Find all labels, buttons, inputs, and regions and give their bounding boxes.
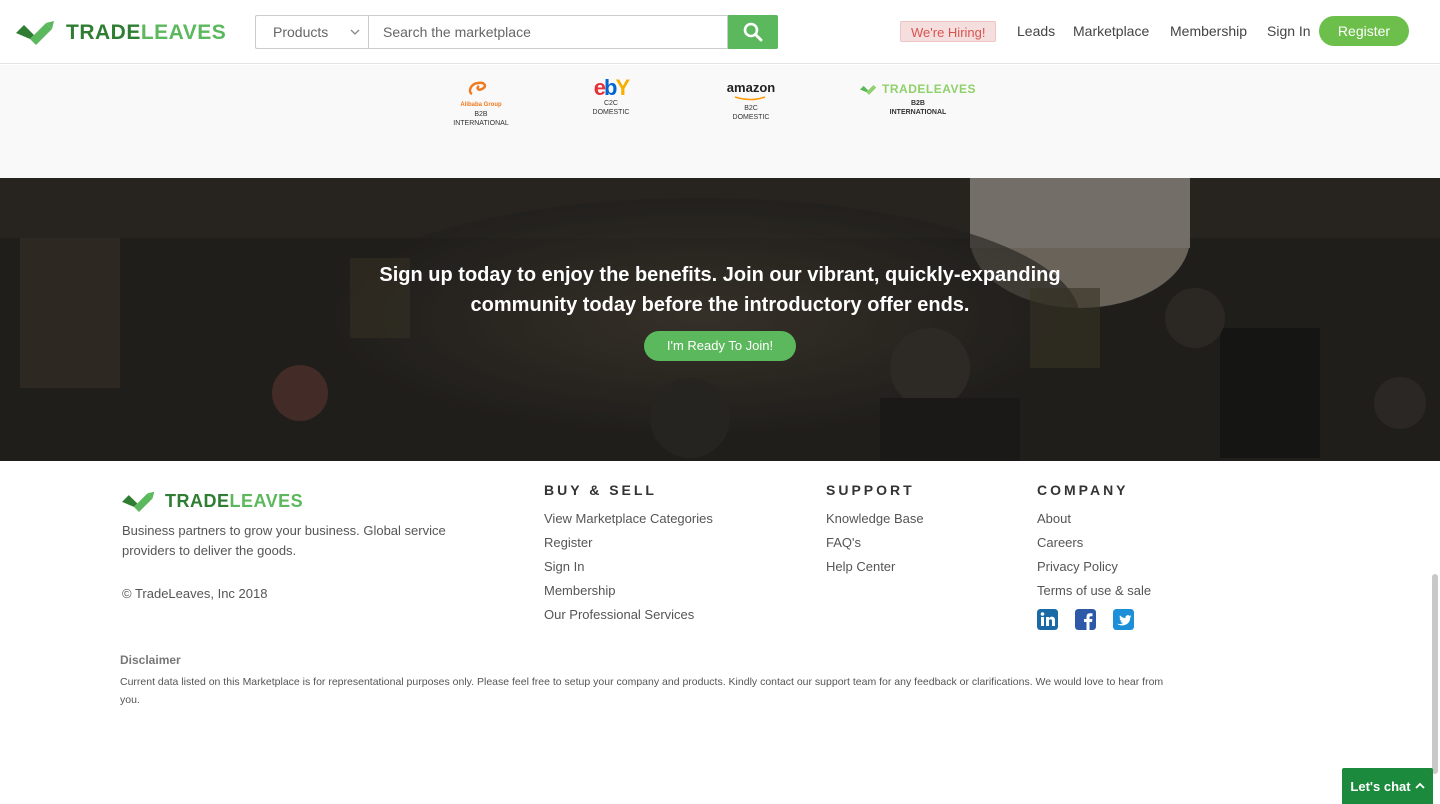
footer-link-view-categories[interactable]: View Marketplace Categories [544,511,713,526]
site-footer: TRADELEAVES Business partners to grow yo… [0,461,1440,804]
partner-logos-strip: Alibaba Group B2B INTERNATIONAL ebY C2C … [0,65,1440,178]
footer-link-professional-services[interactable]: Our Professional Services [544,607,694,622]
ebay-logo: ebY C2C DOMESTIC [585,77,637,117]
signup-hero-banner: Sign up today to enjoy the benefits. Joi… [0,178,1440,461]
hero-message: Sign up today to enjoy the benefits. Joi… [379,264,1061,316]
nav-leads[interactable]: Leads [1017,23,1055,39]
search-category-select[interactable]: Products [255,15,368,49]
search-category-value: Products [273,24,329,40]
site-logo[interactable]: TRADELEAVES [16,19,226,45]
tradeleaves-partner-logo: TRADELEAVES B2B INTERNATIONAL [860,82,976,117]
chevron-down-icon [350,29,360,35]
alibaba-icon [468,81,487,96]
chevron-up-icon [1414,782,1425,789]
footer-link-register[interactable]: Register [544,535,592,550]
leaf-logo-icon [122,491,155,512]
footer-link-privacy-policy[interactable]: Privacy Policy [1037,559,1118,574]
twitter-icon[interactable] [1113,609,1134,630]
footer-link-faq[interactable]: FAQ's [826,535,861,550]
nav-marketplace[interactable]: Marketplace [1073,23,1149,39]
footer-link-sign-in[interactable]: Sign In [544,559,584,574]
join-cta-button[interactable]: I'm Ready To Join! [644,331,796,361]
footer-link-help-center[interactable]: Help Center [826,559,895,574]
copyright: © TradeLeaves, Inc 2018 [122,586,268,601]
page-scrollbar[interactable] [1432,574,1438,774]
footer-link-careers[interactable]: Careers [1037,535,1083,550]
search-input[interactable] [368,15,728,49]
logo-wordmark: TRADELEAVES [165,491,304,511]
facebook-icon[interactable] [1075,609,1096,630]
footer-link-knowledge-base[interactable]: Knowledge Base [826,511,924,526]
hiring-badge[interactable]: We're Hiring! [900,21,997,42]
leaf-logo-icon [16,21,54,45]
nav-membership[interactable]: Membership [1170,23,1247,39]
chat-label: Let's chat [1350,778,1411,794]
search-icon [743,22,763,42]
footer-link-terms[interactable]: Terms of use & sale [1037,583,1151,598]
footer-link-membership[interactable]: Membership [544,583,616,598]
footer-heading-company: COMPANY [1037,482,1129,498]
amazon-logo: amazon B2C DOMESTIC [726,80,776,122]
leaf-logo-icon [860,84,877,95]
footer-heading-support: SUPPORT [826,482,915,498]
alibaba-logo: Alibaba Group B2B INTERNATIONAL [450,80,512,128]
site-header: TRADELEAVES Products We're Hiring! Leads… [0,0,1440,64]
nav-sign-in[interactable]: Sign In [1267,23,1311,39]
logo-wordmark: TRADELEAVES [66,20,227,44]
amazon-smile-icon [734,96,766,101]
lets-chat-button[interactable]: Let's chat [1342,768,1433,804]
footer-link-about[interactable]: About [1037,511,1071,526]
disclaimer-heading: Disclaimer [120,653,181,667]
footer-logo[interactable]: TRADELEAVES [122,490,303,512]
ebay-wordmark: ebY [593,75,630,100]
register-button[interactable]: Register [1319,16,1409,46]
search-bar: Products [255,15,778,49]
disclaimer-text: Current data listed on this Marketplace … [120,676,1164,706]
linkedin-icon[interactable] [1037,609,1058,630]
footer-heading-buy-sell: BUY & SELL [544,482,657,498]
search-button[interactable] [728,15,778,49]
footer-tagline: Business partners to grow your business.… [122,523,446,558]
